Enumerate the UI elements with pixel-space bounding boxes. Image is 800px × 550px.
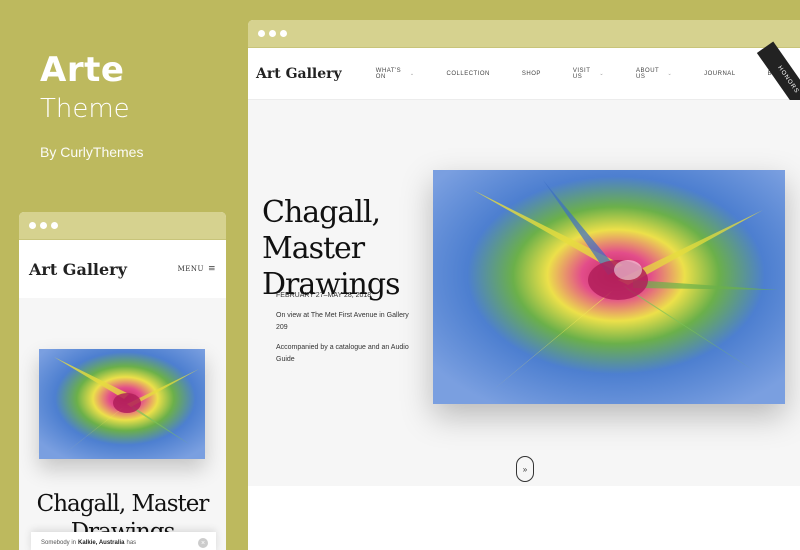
nav-shop[interactable]: SHOP [522,68,541,80]
mobile-mockup: Art Gallery MENU ≡ Chagall, Master Drawi… [19,212,226,550]
close-icon[interactable]: × [198,538,208,548]
brand-name: Arte [40,50,125,90]
chevron-down-icon: ⌄ [599,70,605,77]
nav-visit-us[interactable]: VISIT US ⌄ [573,68,604,80]
nav-collection[interactable]: COLLECTION [447,68,490,80]
mobile-navbar: Art Gallery MENU ≡ [19,240,226,298]
chevron-down-icon: ⌄ [667,70,673,77]
toast-suffix: has [126,540,137,546]
nav-label: JOURNAL [704,70,736,77]
nav-label: VISIT US [572,67,591,80]
chevron-down-icon: ⌄ [409,70,415,77]
nav-label: WHAT'S ON [375,67,402,80]
desktop-window-chrome [248,20,800,48]
window-dot-icon [40,222,47,229]
desktop-mockup: Art Gallery WHAT'S ON ⌄ COLLECTION SHOP V… [248,20,800,550]
toast-place: Kalkie, Australia [78,540,125,546]
hamburger-icon: ≡ [207,264,216,274]
nav-whats-on[interactable]: WHAT'S ON ⌄ [376,68,415,80]
desktop-hero: Chagall, Master Drawings FEBRUARY 27–MAY… [248,100,800,486]
window-dot-icon [29,222,36,229]
desktop-navbar: Art Gallery WHAT'S ON ⌄ COLLECTION SHOP V… [248,41,800,119]
brand-subtitle: Theme [40,94,130,124]
hero-location: On view at The Met First Avenue in Galle… [276,312,409,331]
brand-byline: By CurlyThemes [40,144,144,160]
desktop-logo[interactable]: Art Gallery [256,66,376,82]
brand-block: Arte Theme By CurlyThemes [40,50,143,160]
chevron-double-down-icon: » [522,464,528,474]
notification-toast[interactable]: Somebody in Kalkie, Australia has × [31,532,216,550]
desktop-menu: WHAT'S ON ⌄ COLLECTION SHOP VISIT US ⌄ ABO… [376,68,800,80]
window-dot-icon [258,30,265,37]
desktop-lower-section [248,486,800,550]
mobile-artwork [39,349,205,459]
nav-label: SHOP [521,70,541,77]
nav-about-us[interactable]: ABOUT US ⌄ [636,68,672,80]
hero-artwork [433,170,785,404]
hero-note: Accompanied by a catalogue and an Audio … [276,344,409,363]
mobile-window-chrome [19,212,226,240]
mobile-logo[interactable]: Art Gallery [29,260,127,279]
scroll-down-button[interactable]: » [516,456,534,482]
nav-label: COLLECTION [446,70,490,77]
toast-prefix: Somebody in [41,540,77,546]
hero-title: Chagall, Master Drawings [262,195,400,302]
menu-label: MENU [177,265,204,273]
mobile-menu-button[interactable]: MENU ≡ [178,264,216,274]
nav-journal[interactable]: JOURNAL [704,68,736,80]
window-dot-icon [51,222,58,229]
window-dot-icon [280,30,287,37]
nav-label: ABOUT US [636,67,660,80]
window-dot-icon [269,30,276,37]
